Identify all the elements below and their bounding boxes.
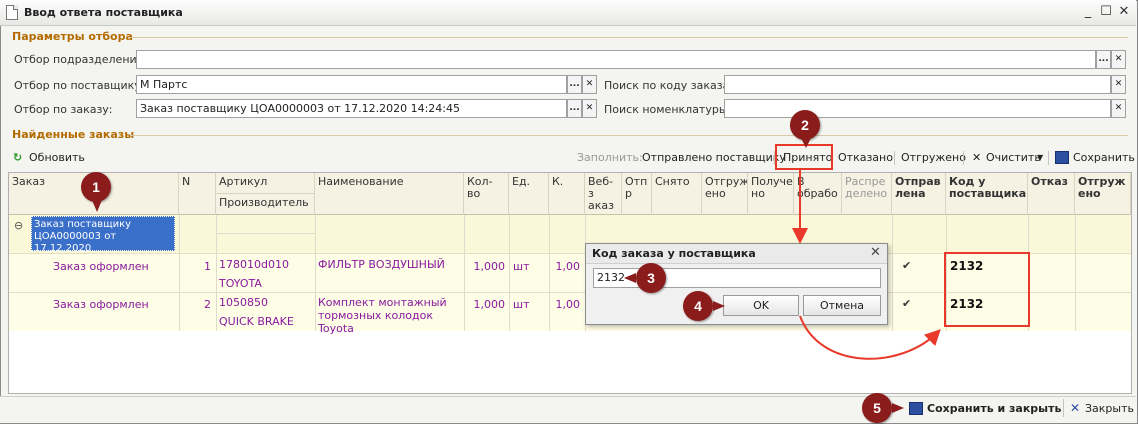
step-badge-2: 2 [790,110,820,140]
badge-pointer [92,200,102,212]
step-badge-3: 3 [636,263,666,293]
arrow-curve [799,315,941,360]
badge-pointer [713,301,725,311]
badge-pointer [801,138,811,148]
badge-pointer [892,403,904,413]
step-badge-1: 1 [81,172,111,202]
annotation-arrows [792,170,941,360]
step-badge-4: 4 [683,291,713,321]
step-badge-5: 5 [862,393,892,423]
badge-pointer [624,273,636,283]
